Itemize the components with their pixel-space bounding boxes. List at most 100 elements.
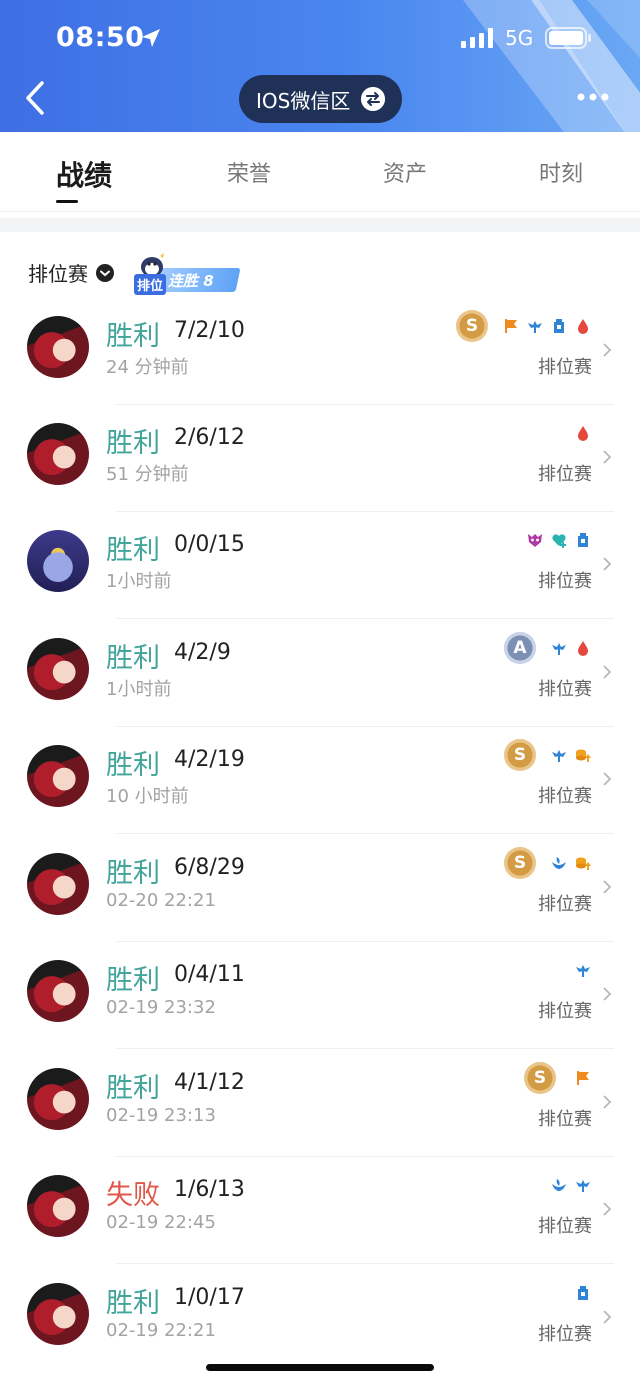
s-rank-medal-icon: S <box>504 847 536 879</box>
chevron-right-icon <box>603 557 612 571</box>
blood-drop-icon <box>578 319 588 334</box>
win-streak-badge: 排位 连胜 8 <box>130 252 242 296</box>
swap-arrows-icon <box>361 87 385 111</box>
header-decoration <box>462 0 640 132</box>
match-result: 胜利 <box>106 858 160 889</box>
match-time: 24 分钟前 <box>106 357 189 378</box>
match-result: 胜利 <box>106 321 160 352</box>
match-time: 02-20 22:21 <box>106 890 216 911</box>
tower-icon <box>554 319 564 333</box>
match-kda: 6/8/29 <box>174 855 245 880</box>
chevron-right-icon <box>603 987 612 1001</box>
server-switch-button[interactable]: IOS微信区 <box>239 75 402 123</box>
match-mode: 排位赛 <box>538 786 592 807</box>
chevron-right-icon <box>603 450 612 464</box>
match-time: 1小时前 <box>106 679 172 700</box>
row-divider <box>116 618 614 619</box>
tab-honor[interactable]: 荣誉 <box>227 156 271 188</box>
match-kda: 4/2/19 <box>174 747 245 772</box>
match-result: 胜利 <box>106 1073 160 1104</box>
match-mode: 排位赛 <box>538 1001 592 1022</box>
tab-record[interactable]: 战绩 <box>56 154 112 194</box>
match-kda: 2/6/12 <box>174 425 245 450</box>
match-mode: 排位赛 <box>538 1216 592 1237</box>
wings-icon <box>576 1180 590 1192</box>
row-divider <box>116 1048 614 1049</box>
back-chevron-icon[interactable] <box>20 80 50 116</box>
match-row[interactable]: 胜利 6/8/29 02-20 22:21 排位赛 S <box>0 835 640 942</box>
match-row[interactable]: 胜利 4/1/12 02-19 23:13 排位赛 S <box>0 1050 640 1157</box>
match-row[interactable]: 胜利 4/2/9 1小时前 排位赛 A <box>0 620 640 727</box>
match-time: 51 分钟前 <box>106 464 189 485</box>
match-row[interactable]: 胜利 0/4/11 02-19 23:32 排位赛 <box>0 942 640 1049</box>
match-result: 胜利 <box>106 1288 160 1319</box>
match-result: 胜利 <box>106 750 160 781</box>
wings-icon <box>552 750 566 762</box>
badge-streak-label: 连胜 8 <box>168 272 214 290</box>
home-indicator[interactable] <box>206 1364 434 1371</box>
gold-coins-icon <box>576 749 591 762</box>
s-rank-medal-icon: S <box>456 310 488 342</box>
chevron-right-icon <box>603 1310 612 1324</box>
match-row[interactable]: 胜利 1/0/17 02-19 22:21 排位赛 <box>0 1265 640 1372</box>
match-icons: S <box>456 308 592 344</box>
chevron-right-icon <box>603 1095 612 1109</box>
location-arrow-icon <box>142 29 160 47</box>
wings-icon <box>576 965 590 977</box>
match-time: 10 小时前 <box>106 786 189 807</box>
tower-icon <box>578 1286 588 1300</box>
match-kda: 0/0/15 <box>174 532 245 557</box>
badge-rank-label: 排位 <box>134 274 167 295</box>
chevron-right-icon <box>603 343 612 357</box>
match-time: 02-19 23:32 <box>106 997 216 1018</box>
blood-drop-icon <box>578 426 588 441</box>
battery-icon <box>545 27 591 49</box>
row-divider <box>116 833 614 834</box>
cellular-signal-icon <box>461 28 493 48</box>
demon-mask-icon <box>528 534 542 547</box>
chevron-right-icon <box>603 772 612 786</box>
chevron-right-icon <box>603 665 612 679</box>
row-divider <box>116 1263 614 1264</box>
match-mode: 排位赛 <box>538 1109 592 1130</box>
chevron-right-icon <box>603 880 612 894</box>
match-kda: 7/2/10 <box>174 318 245 343</box>
status-time: 08:50 <box>56 22 145 53</box>
heart-plus-icon <box>552 534 566 548</box>
hero-avatar <box>27 1175 89 1237</box>
more-options-icon[interactable] <box>576 90 610 104</box>
hero-avatar <box>27 316 89 378</box>
hero-avatar <box>27 1283 89 1345</box>
match-row[interactable]: 失败 1/6/13 02-19 22:45 排位赛 <box>0 1157 640 1264</box>
match-icons <box>574 415 592 451</box>
match-kda: 0/4/11 <box>174 962 245 987</box>
match-row[interactable]: 胜利 4/2/19 10 小时前 排位赛 S <box>0 727 640 834</box>
flag-icon <box>505 319 517 333</box>
wings-icon <box>552 643 566 655</box>
match-time: 02-19 22:45 <box>106 1212 216 1233</box>
match-time: 02-19 22:21 <box>106 1320 216 1341</box>
blood-drop-icon <box>578 641 588 656</box>
hero-avatar <box>27 1068 89 1130</box>
section-separator <box>0 218 640 232</box>
mode-filter[interactable]: 排位赛 <box>28 258 114 287</box>
hero-avatar <box>27 423 89 485</box>
s-rank-medal-icon: S <box>524 1062 556 1094</box>
match-icons: A <box>504 630 592 666</box>
match-mode: 排位赛 <box>538 357 592 378</box>
tab-assets[interactable]: 资产 <box>383 156 427 188</box>
hero-avatar <box>27 638 89 700</box>
hero-avatar <box>27 530 89 592</box>
match-icons <box>550 1167 592 1203</box>
leaf-hands-icon <box>552 1179 566 1191</box>
match-icons <box>574 952 592 988</box>
match-time: 02-19 23:13 <box>106 1105 216 1126</box>
tab-moments[interactable]: 时刻 <box>539 156 583 188</box>
match-row[interactable]: 胜利 0/0/15 1小时前 排位赛 <box>0 512 640 619</box>
match-kda: 1/6/13 <box>174 1177 245 1202</box>
match-icons <box>574 1275 592 1311</box>
match-mode: 排位赛 <box>538 464 592 485</box>
match-row[interactable]: 胜利 2/6/12 51 分钟前 排位赛 <box>0 405 640 512</box>
hero-avatar <box>27 745 89 807</box>
match-row[interactable]: 胜利 7/2/10 24 分钟前 排位赛 S <box>0 298 640 405</box>
